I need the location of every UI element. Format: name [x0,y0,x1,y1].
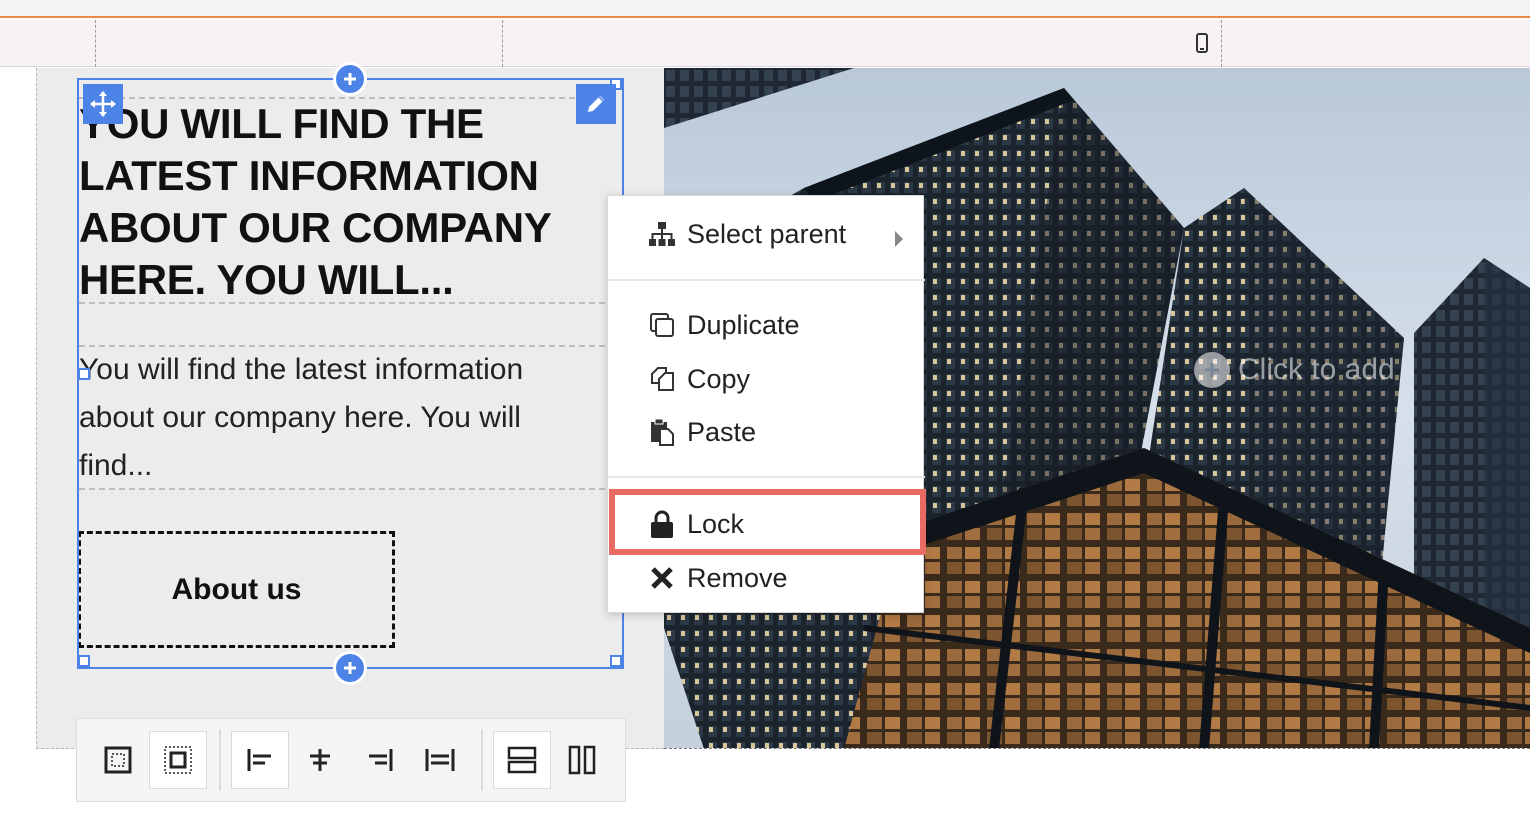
move-icon[interactable] [83,84,123,124]
click-to-add[interactable]: Click to add [1194,352,1395,388]
layout-toolbar [76,718,626,802]
align-justify-icon[interactable] [411,731,469,789]
padding-outer-icon[interactable] [149,731,207,789]
toolbar-divider [219,729,221,791]
menu-item-copy[interactable]: Copy [608,354,925,404]
paste-icon [648,418,676,446]
menu-divider [608,279,925,281]
layout-columns-icon[interactable] [553,731,611,789]
selection-frame [77,78,624,669]
resize-handle[interactable] [610,655,622,667]
duplicate-icon [648,311,676,339]
menu-item-label: Duplicate [687,309,800,340]
breakpoint-ruler [0,20,1530,67]
ruler-guide [502,20,503,67]
lock-highlight [609,489,926,555]
resize-handle[interactable] [78,655,90,667]
edit-pencil-icon[interactable] [576,84,616,124]
align-right-icon[interactable] [351,731,409,789]
mobile-phone-icon[interactable] [1196,33,1208,53]
click-to-add-label: Click to add [1238,353,1395,386]
menu-item-label: Remove [687,562,788,593]
add-below-icon[interactable] [333,651,367,685]
padding-inner-icon[interactable] [89,731,147,789]
ruler-guide [1221,20,1222,67]
editor-canvas: YOU WILL FIND THE LATEST INFORMATION ABO… [0,0,1530,814]
sitemap-icon [648,220,676,248]
align-center-icon[interactable] [291,731,349,789]
menu-item-paste[interactable]: Paste [608,407,925,457]
menu-item-remove[interactable]: Remove [608,553,925,603]
chevron-right-icon [894,224,904,255]
toolbar-divider [481,729,483,791]
menu-item-label: Select parent [687,218,847,249]
ruler-guide [95,20,96,67]
remove-x-icon [648,564,676,592]
copy-icon [648,365,676,393]
menu-item-label: Copy [687,363,751,394]
add-above-icon[interactable] [333,62,367,96]
menu-divider [608,476,925,478]
align-left-icon[interactable] [231,731,289,789]
layout-rows-icon[interactable] [493,731,551,789]
top-strip [0,0,1530,18]
menu-item-select-parent[interactable]: Select parent [608,209,925,259]
plus-circle-icon [1194,352,1230,388]
resize-handle[interactable] [78,368,90,380]
menu-item-duplicate[interactable]: Duplicate [608,300,925,350]
menu-item-label: Paste [687,416,757,447]
